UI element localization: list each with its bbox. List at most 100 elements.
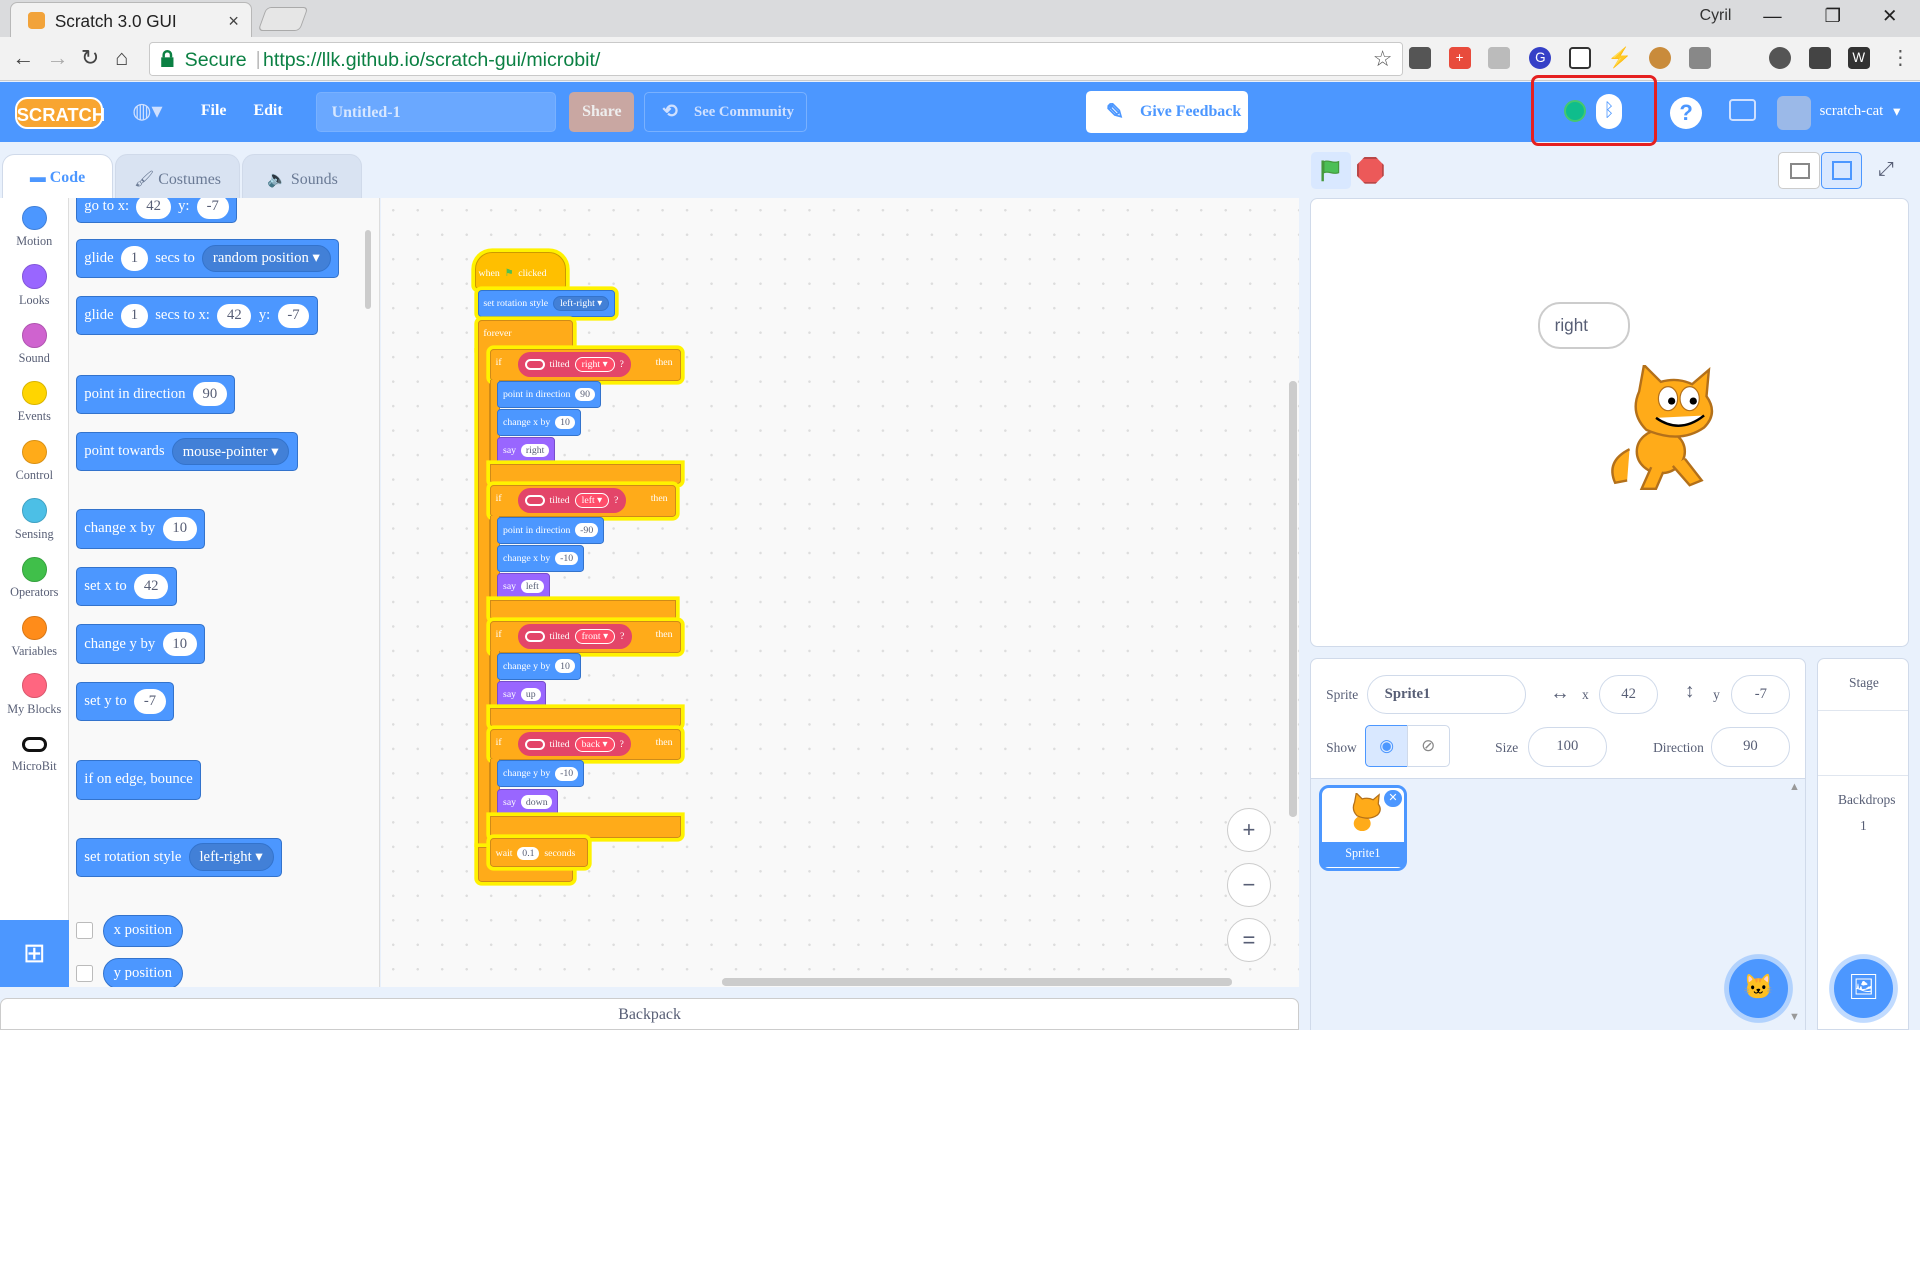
extension-icon[interactable] (1688, 46, 1711, 69)
add-sprite-button[interactable]: 🐱 (1728, 958, 1788, 1018)
backpack[interactable]: Backpack (0, 997, 1300, 1030)
y-position-reporter[interactable]: y position (102, 957, 183, 987)
tab-code[interactable]: ▬ Code (2, 154, 113, 199)
block-input[interactable]: down (520, 795, 553, 809)
if-tilted-right-block[interactable]: if tilted right ▾? then (489, 348, 681, 381)
block-input[interactable]: 0.1 (517, 846, 540, 860)
forever-block[interactable]: forever (477, 319, 574, 349)
y-position-checkbox[interactable] (75, 964, 94, 983)
edit-menu[interactable]: Edit (253, 102, 282, 120)
account-chevron-down-icon[interactable]: ▾ (1893, 103, 1900, 121)
glide-random-block[interactable]: glide 1 secs to random position ▾ (75, 238, 339, 278)
block-dropdown[interactable]: back ▾ (574, 736, 615, 752)
say-block[interactable]: say right (497, 437, 556, 465)
block-dropdown[interactable]: mouse-pointer ▾ (171, 438, 290, 466)
stop-button[interactable] (1356, 156, 1384, 184)
category-motion[interactable]: Motion (0, 205, 69, 249)
extension-icon[interactable] (1487, 46, 1510, 69)
browser-user[interactable]: Cyril (1700, 7, 1732, 25)
block-input[interactable]: -10 (555, 767, 578, 781)
block-dropdown[interactable]: left-right ▾ (188, 843, 274, 871)
tilted-condition[interactable]: tilted left ▾? (517, 488, 626, 513)
extension-icon[interactable] (1409, 46, 1432, 69)
extension-icon[interactable]: G (1529, 46, 1552, 69)
block-dropdown[interactable]: random position ▾ (202, 244, 331, 273)
category-looks[interactable]: Looks (0, 264, 69, 307)
extension-icon[interactable]: ⚡ (1608, 47, 1632, 69)
if-tilted-back-block[interactable]: if tilted back ▾? then (489, 728, 681, 761)
block-input[interactable]: 90 (192, 382, 228, 407)
block-input[interactable]: 10 (555, 659, 575, 673)
size-field[interactable]: 100 (1528, 727, 1607, 767)
script-stack[interactable]: when ⚑ clicked set rotation style left-righ… (475, 252, 683, 884)
block-input[interactable]: left (520, 579, 544, 594)
scratch-logo[interactable]: SCRATCH (14, 96, 105, 129)
zoom-out-button[interactable]: − (1226, 863, 1272, 908)
category-sound[interactable]: Sound (0, 323, 69, 366)
username[interactable]: scratch-cat (1820, 103, 1884, 120)
say-block[interactable]: say up (497, 680, 547, 708)
block-input[interactable]: -7 (196, 198, 229, 220)
add-extension-button[interactable]: ⊞ (0, 919, 69, 987)
block-input[interactable]: 10 (555, 415, 575, 430)
bookmark-star-icon[interactable]: ☆ (1373, 46, 1393, 72)
extension-icon[interactable]: + (1448, 46, 1471, 69)
point-towards-block[interactable]: point towards mouse-pointer ▾ (75, 432, 298, 472)
window-close-icon[interactable]: ✕ (1882, 5, 1897, 27)
change-x-block[interactable]: change x by -10 (497, 544, 584, 572)
home-icon[interactable]: ⌂ (115, 45, 128, 71)
extension-icon[interactable] (1728, 47, 1750, 69)
block-input[interactable]: 90 (575, 387, 595, 401)
zoom-in-button[interactable]: + (1226, 808, 1272, 853)
show-visible-button[interactable]: ◉ (1365, 724, 1409, 767)
small-stage-button[interactable] (1777, 151, 1820, 189)
if-tilted-left-block[interactable]: if tilted left ▾? then (489, 484, 676, 517)
block-dropdown[interactable]: left ▾ (574, 492, 610, 509)
block-input[interactable]: 42 (136, 198, 171, 220)
x-position-checkbox[interactable] (75, 922, 94, 940)
wait-block[interactable]: wait 0.1 seconds (489, 837, 588, 867)
workspace-horizontal-scrollbar[interactable] (722, 978, 1232, 986)
palette-scrollbar[interactable] (364, 230, 371, 309)
extension-icon[interactable] (1649, 46, 1672, 69)
extension-icon[interactable] (1808, 46, 1831, 69)
give-feedback-button[interactable]: ✎ Give Feedback (1086, 90, 1248, 134)
block-input[interactable]: 1 (120, 303, 148, 329)
forward-icon[interactable]: → (47, 45, 69, 71)
tilted-condition[interactable]: tilted right ▾? (517, 352, 632, 377)
tab-sounds[interactable]: 🔈 Sounds (242, 154, 363, 199)
say-block[interactable]: say left (497, 573, 550, 600)
change-x-block[interactable]: change x by 10 (497, 408, 581, 436)
block-input[interactable]: -10 (555, 551, 578, 566)
say-block[interactable]: say down (497, 788, 559, 816)
block-input[interactable]: right (520, 443, 550, 458)
category-my-blocks[interactable]: My Blocks (0, 673, 69, 716)
block-input[interactable]: 42 (134, 574, 169, 599)
add-backdrop-button[interactable]: 🖼 (1834, 958, 1894, 1018)
x-field[interactable]: 42 (1599, 674, 1658, 714)
goto-xy-block[interactable]: go to x: 42 y: -7 (75, 198, 238, 223)
point-direction-block[interactable]: point in direction 90 (75, 374, 236, 414)
url-bar[interactable]: Secure | https://llk.github.io/scratch-g… (149, 41, 1404, 76)
point-direction-block[interactable]: point in direction 90 (497, 380, 601, 408)
show-hidden-button[interactable]: ⊘ (1406, 724, 1450, 767)
block-input[interactable]: 1 (120, 246, 148, 271)
when-flag-clicked-block[interactable]: when ⚑ clicked (475, 252, 566, 289)
share-button[interactable]: Share (569, 91, 635, 133)
change-y-block[interactable]: change y by 10 (75, 624, 206, 664)
change-y-block[interactable]: change y by 10 (497, 652, 581, 680)
reload-icon[interactable]: ↻ (81, 45, 99, 71)
scratch-cat-sprite[interactable] (1602, 364, 1724, 497)
block-dropdown[interactable]: left-right ▾ (552, 295, 610, 312)
block-dropdown[interactable]: right ▾ (574, 356, 615, 373)
block-input[interactable]: -7 (277, 303, 310, 329)
browser-menu-icon[interactable]: ⋮ (1889, 47, 1911, 69)
if-tilted-front-block[interactable]: if tilted front ▾? then (489, 620, 681, 653)
block-input[interactable]: 42 (217, 303, 252, 329)
sprite-list-scroll-up-icon[interactable]: ▲ (1789, 781, 1800, 793)
block-input[interactable]: -90 (575, 523, 599, 537)
block-input[interactable]: 10 (162, 631, 197, 657)
glide-xy-block[interactable]: glide 1 secs to x: 42 y: -7 (75, 296, 318, 336)
tilted-condition[interactable]: tilted back ▾? (517, 732, 632, 757)
language-globe-icon[interactable]: ◍▾ (132, 98, 162, 124)
